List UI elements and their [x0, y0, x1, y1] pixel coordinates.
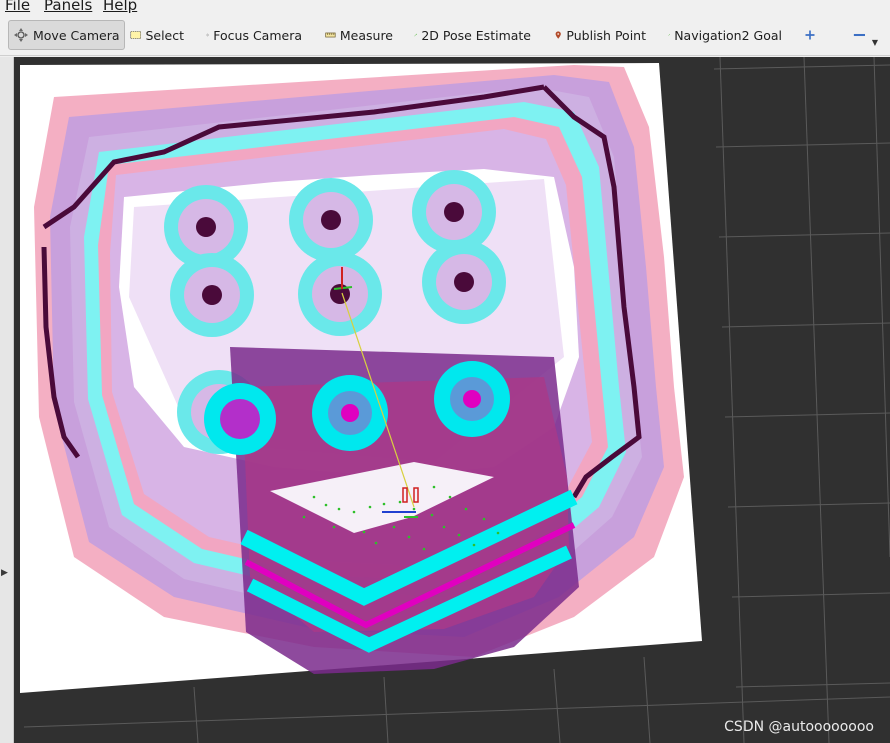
select-label: Select [145, 27, 184, 43]
pose-estimate-button[interactable]: 2D Pose Estimate [410, 20, 535, 50]
tool-toolbar: Move Camera Select Focus Camera Measure … [0, 14, 890, 56]
measure-button[interactable]: Measure [321, 20, 397, 50]
move-camera-button[interactable]: Move Camera [8, 20, 125, 50]
pose-estimate-label: 2D Pose Estimate [421, 27, 531, 43]
collapsed-side-panel[interactable]: ▶ [0, 57, 14, 743]
menu-file-label: File [5, 0, 31, 14]
plus-icon [805, 30, 815, 40]
scene-canvas[interactable] [14, 57, 890, 743]
render-viewport[interactable]: CSDN @autoooooooo [14, 57, 890, 743]
menu-help-label: Help [103, 0, 138, 14]
nav-goal-button[interactable]: Navigation2 Goal [664, 20, 786, 50]
add-tool-button[interactable] [800, 20, 824, 50]
map-pin-icon [555, 31, 561, 39]
menu-panels[interactable]: Panels [44, 0, 92, 14]
menu-file[interactable]: File [5, 0, 30, 14]
watermark-text: CSDN @autoooooooo [724, 719, 874, 735]
minus-icon [853, 33, 865, 37]
select-button[interactable]: Select [126, 20, 188, 50]
menu-bar: File Panels Help [0, 0, 890, 14]
local-costmap [204, 347, 579, 674]
green-arrow-icon [414, 33, 417, 37]
select-icon [130, 31, 142, 39]
remove-tool-button[interactable]: ▼ [848, 20, 882, 50]
publish-point-button[interactable]: Publish Point [550, 20, 650, 50]
menu-panels-label: Panels [44, 0, 93, 14]
publish-point-label: Publish Point [566, 27, 646, 43]
focus-camera-button[interactable]: Focus Camera [202, 20, 306, 50]
move-camera-icon [14, 28, 28, 42]
focus-camera-icon [206, 33, 210, 37]
ruler-icon [325, 32, 336, 38]
measure-label: Measure [339, 27, 393, 43]
expand-arrow-icon[interactable]: ▶ [1, 568, 8, 578]
focus-camera-label: Focus Camera [213, 27, 302, 43]
menu-help[interactable]: Help [103, 0, 137, 14]
nav-goal-label: Navigation2 Goal [674, 27, 782, 43]
move-camera-label: Move Camera [33, 27, 120, 43]
dropdown-arrow-icon: ▼ [871, 37, 878, 47]
green-arrow-icon [668, 34, 670, 36]
